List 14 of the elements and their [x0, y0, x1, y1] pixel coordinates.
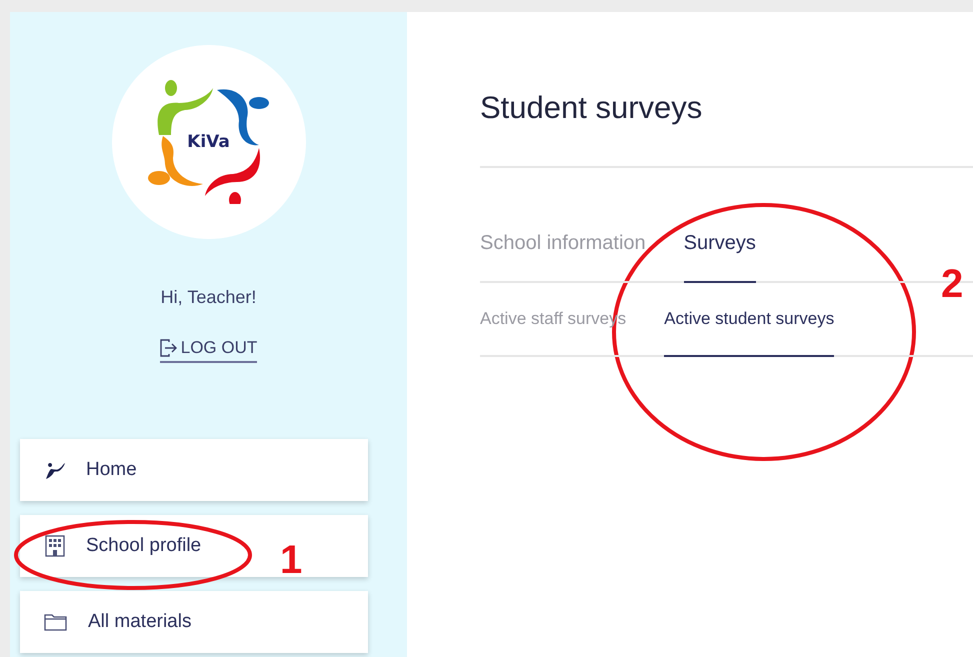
annotation-number: 1 — [280, 540, 302, 580]
greeting: Hi, Teacher! — [160, 287, 256, 308]
logout-icon — [160, 339, 178, 357]
figure-icon — [44, 460, 66, 480]
building-icon — [44, 535, 66, 557]
annotation-number: 2 — [941, 264, 964, 304]
page-title: Student surveys — [480, 90, 973, 168]
logout-link[interactable]: LOG OUT — [160, 338, 258, 363]
nav-item[interactable]: All materials — [20, 591, 368, 653]
logo-text: KiVa — [187, 132, 230, 152]
tab[interactable]: Surveys — [684, 232, 756, 283]
tab[interactable]: Active student surveys — [664, 309, 834, 357]
nav-item[interactable]: Home — [20, 439, 368, 501]
folder-icon — [44, 613, 68, 631]
